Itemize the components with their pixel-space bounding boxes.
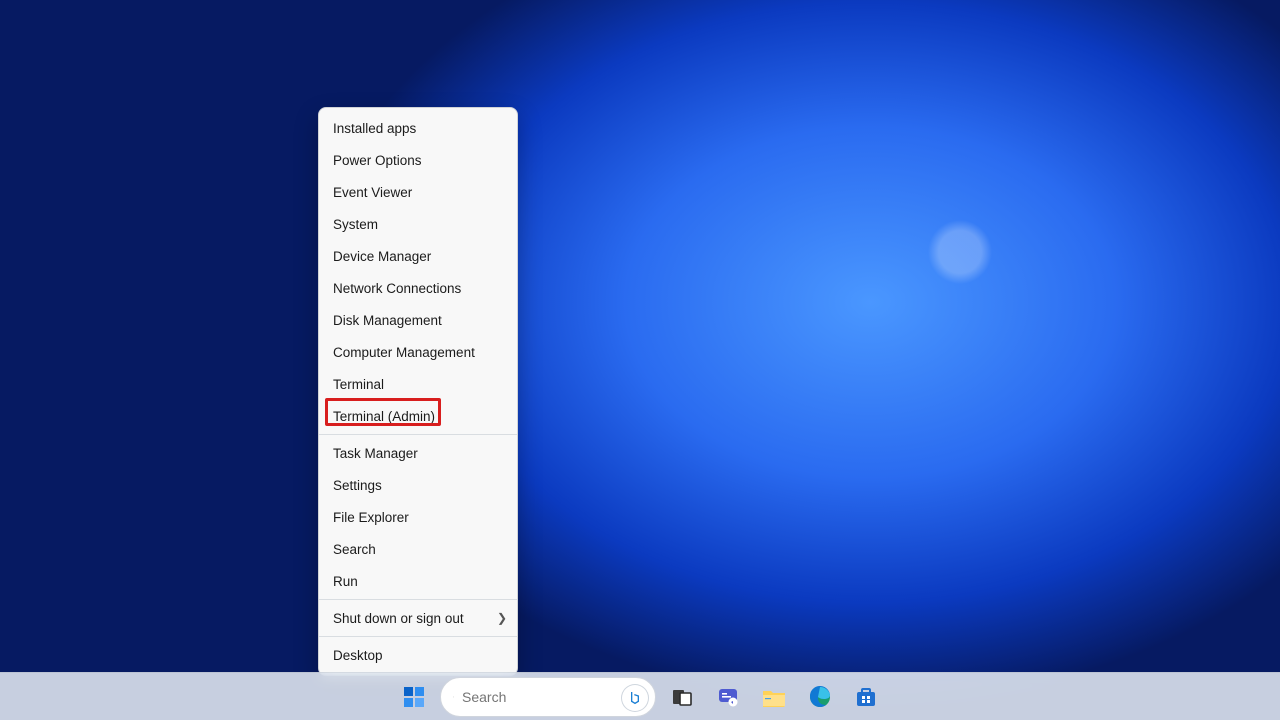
menu-item-label: Task Manager [333,446,418,461]
store-icon [854,685,878,709]
menu-item-label: Installed apps [333,121,416,136]
menu-item-run[interactable]: Run [319,565,517,597]
menu-item-power-options[interactable]: Power Options [319,144,517,176]
menu-item-label: Terminal [333,377,384,392]
search-input[interactable] [462,689,643,705]
file-explorer-button[interactable] [754,677,794,717]
start-button[interactable] [394,677,434,717]
chat-icon [716,685,740,709]
menu-separator [319,636,517,637]
menu-item-label: Settings [333,478,382,493]
taskbar [0,672,1280,720]
task-view-icon [670,685,694,709]
menu-separator [319,434,517,435]
menu-item-label: Disk Management [333,313,442,328]
menu-item-label: Event Viewer [333,185,412,200]
menu-item-label: Power Options [333,153,422,168]
menu-item-desktop[interactable]: Desktop [319,639,517,671]
menu-item-label: Terminal (Admin) [333,409,435,424]
menu-separator [319,599,517,600]
menu-item-device-manager[interactable]: Device Manager [319,240,517,272]
winx-context-menu: Installed apps Power Options Event Viewe… [318,107,518,676]
menu-item-network-connections[interactable]: Network Connections [319,272,517,304]
menu-item-label: File Explorer [333,510,409,525]
edge-icon [808,685,832,709]
menu-item-label: Shut down or sign out [333,611,464,626]
chevron-right-icon: ❯ [497,611,507,625]
file-explorer-icon [761,685,787,709]
menu-item-terminal[interactable]: Terminal [319,368,517,400]
menu-item-label: Device Manager [333,249,431,264]
chat-button[interactable] [708,677,748,717]
menu-item-system[interactable]: System [319,208,517,240]
menu-item-label: Search [333,542,376,557]
menu-item-computer-management[interactable]: Computer Management [319,336,517,368]
task-view-button[interactable] [662,677,702,717]
start-icon [402,685,426,709]
menu-item-label: Desktop [333,648,383,663]
desktop-wallpaper: Installed apps Power Options Event Viewe… [0,0,1280,720]
edge-button[interactable] [800,677,840,717]
menu-item-shutdown-signout[interactable]: Shut down or sign out ❯ [319,602,517,634]
menu-item-terminal-admin[interactable]: Terminal (Admin) [319,400,517,432]
store-button[interactable] [846,677,886,717]
taskbar-search[interactable] [440,677,656,717]
menu-item-file-explorer[interactable]: File Explorer [319,501,517,533]
menu-item-label: System [333,217,378,232]
menu-item-label: Run [333,574,358,589]
search-icon [453,689,454,705]
menu-item-search[interactable]: Search [319,533,517,565]
menu-item-label: Network Connections [333,281,461,296]
menu-item-task-manager[interactable]: Task Manager [319,437,517,469]
menu-item-disk-management[interactable]: Disk Management [319,304,517,336]
menu-item-event-viewer[interactable]: Event Viewer [319,176,517,208]
bing-chat-icon[interactable] [621,684,649,712]
menu-item-installed-apps[interactable]: Installed apps [319,112,517,144]
menu-item-label: Computer Management [333,345,475,360]
menu-item-settings[interactable]: Settings [319,469,517,501]
